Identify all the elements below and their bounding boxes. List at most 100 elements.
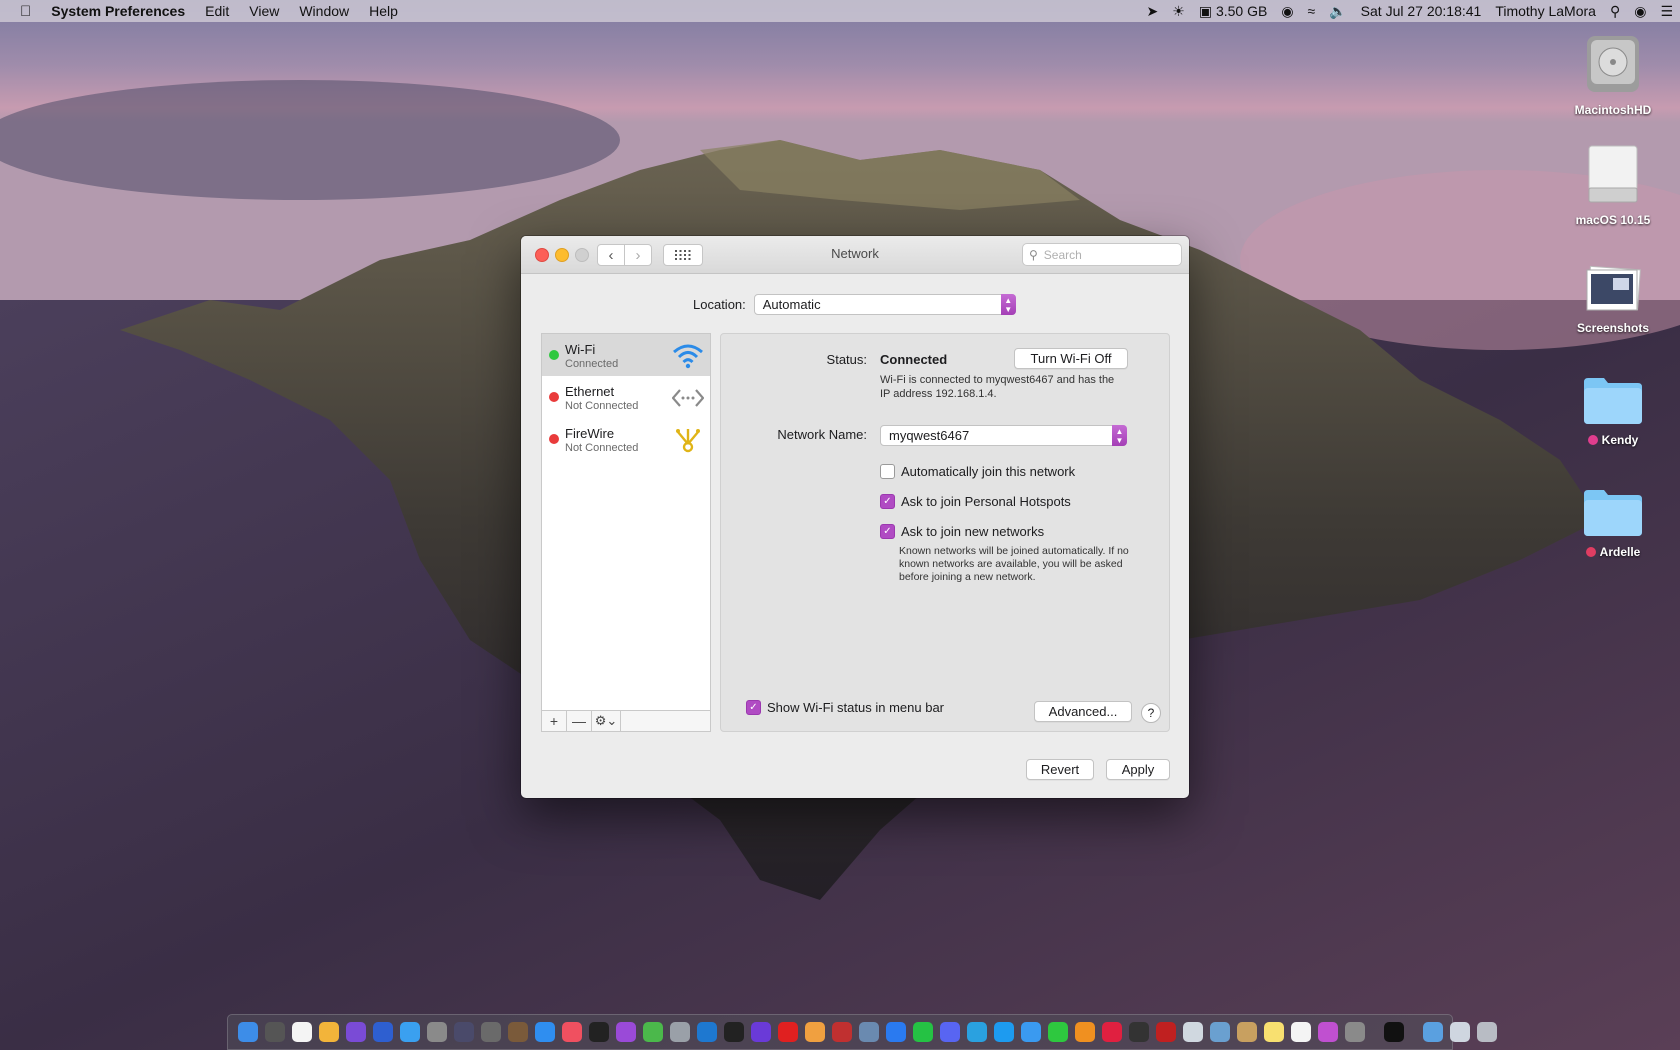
- desktop-icon-screenshots[interactable]: Screenshots: [1558, 264, 1668, 335]
- service-firewire[interactable]: FireWire Not Connected: [542, 418, 710, 460]
- notification-center-icon[interactable]: ☰: [1653, 3, 1680, 20]
- app-icon[interactable]: [453, 1022, 474, 1042]
- title-bar[interactable]: ‹ › Network ⚲: [521, 236, 1189, 274]
- podcasts-icon[interactable]: [615, 1022, 636, 1042]
- menu-help[interactable]: Help: [359, 3, 408, 19]
- status-dot-disconnected: [549, 434, 559, 444]
- app-icon[interactable]: [345, 1022, 366, 1042]
- spotlight-icon[interactable]: ⚲: [1603, 3, 1627, 20]
- help-button[interactable]: ?: [1141, 703, 1161, 723]
- user-menu[interactable]: Timothy LaMora: [1488, 3, 1603, 19]
- launchpad-icon[interactable]: [426, 1022, 447, 1042]
- menu-view[interactable]: View: [239, 3, 289, 19]
- auto-join-checkbox[interactable]: [880, 464, 895, 479]
- home-icon[interactable]: [1074, 1022, 1095, 1042]
- advanced-button[interactable]: Advanced...: [1034, 701, 1132, 722]
- brightness-icon[interactable]: ☀: [1165, 3, 1192, 20]
- status-dot-connected: [549, 350, 559, 360]
- remove-service-button[interactable]: —: [567, 711, 592, 731]
- apple-icon[interactable]: : [0, 3, 41, 20]
- app-icon[interactable]: [831, 1022, 852, 1042]
- app-icon[interactable]: [1182, 1022, 1203, 1042]
- youtube-icon[interactable]: [777, 1022, 798, 1042]
- app-icon[interactable]: [642, 1022, 663, 1042]
- auto-join-checkbox-row[interactable]: Automatically join this network: [880, 464, 1075, 479]
- revert-button[interactable]: Revert: [1026, 759, 1094, 780]
- app-icon[interactable]: [696, 1022, 717, 1042]
- apply-button[interactable]: Apply: [1106, 759, 1170, 780]
- wifi-menu-icon[interactable]: ≈: [1301, 3, 1323, 19]
- calendar-icon[interactable]: [291, 1022, 312, 1042]
- search-field[interactable]: ⚲: [1022, 243, 1182, 266]
- app-icon[interactable]: [1155, 1022, 1176, 1042]
- messenger-icon[interactable]: [885, 1022, 906, 1042]
- tv-icon[interactable]: [588, 1022, 609, 1042]
- volume-icon[interactable]: 🔈: [1322, 3, 1353, 20]
- whatsapp-icon[interactable]: [912, 1022, 933, 1042]
- facetime-icon[interactable]: [1047, 1022, 1068, 1042]
- app-icon[interactable]: [1317, 1022, 1338, 1042]
- app-icon[interactable]: [480, 1022, 501, 1042]
- location-arrow-icon[interactable]: ➤: [1140, 3, 1166, 20]
- service-wifi[interactable]: Wi-Fi Connected: [542, 334, 710, 376]
- tag-dot: [1587, 435, 1598, 445]
- app-icon[interactable]: [1236, 1022, 1257, 1042]
- service-ethernet[interactable]: Ethernet Not Connected: [542, 376, 710, 418]
- notes-icon[interactable]: [1263, 1022, 1284, 1042]
- add-service-button[interactable]: +: [542, 711, 567, 731]
- new-networks-checkbox-row[interactable]: ✓ Ask to join new networks: [880, 524, 1044, 539]
- desktop-icon-ardelle[interactable]: Ardelle: [1558, 486, 1668, 559]
- action-gear-button[interactable]: ⚙⌄: [592, 711, 621, 731]
- desktop-icon-label-text: Ardelle: [1599, 545, 1641, 559]
- desktop-icon-macintoshhd[interactable]: MacintoshHD: [1558, 32, 1668, 117]
- finder-icon[interactable]: [237, 1022, 258, 1042]
- location-popup[interactable]: Automatic ▲ ▼: [753, 294, 1016, 315]
- app-icon[interactable]: [1101, 1022, 1122, 1042]
- siri-icon[interactable]: ◉: [1627, 3, 1653, 20]
- app-icon[interactable]: [723, 1022, 744, 1042]
- downloads-stack-icon[interactable]: [1422, 1022, 1443, 1042]
- menu-window[interactable]: Window: [289, 3, 359, 19]
- network-preferences-window: ‹ › Network ⚲ Location: Automatic ▲▼: [521, 236, 1189, 798]
- clock[interactable]: Sat Jul 27 20:18:41: [1354, 3, 1489, 19]
- photos-icon[interactable]: [804, 1022, 825, 1042]
- terminal-icon[interactable]: [1383, 1022, 1404, 1042]
- app-icon[interactable]: [1128, 1022, 1149, 1042]
- trash-icon[interactable]: [1476, 1022, 1497, 1042]
- app-icon[interactable]: [750, 1022, 771, 1042]
- vpn-icon[interactable]: ◉: [1274, 3, 1300, 20]
- personal-hotspots-checkbox-row[interactable]: ✓ Ask to join Personal Hotspots: [880, 494, 1071, 509]
- app-icon[interactable]: [318, 1022, 339, 1042]
- app-icon[interactable]: [858, 1022, 879, 1042]
- discord-icon[interactable]: [939, 1022, 960, 1042]
- twitter-icon[interactable]: [993, 1022, 1014, 1042]
- network-name-popup[interactable]: myqwest6467 ▲ ▼: [880, 425, 1127, 446]
- app-icon[interactable]: [372, 1022, 393, 1042]
- telegram-icon[interactable]: [966, 1022, 987, 1042]
- app-store-icon[interactable]: [534, 1022, 555, 1042]
- desktop-icon-kendy[interactable]: Kendy: [1558, 374, 1668, 447]
- desktop-icon-macos[interactable]: macOS 10.15: [1558, 144, 1668, 227]
- turn-wifi-off-button[interactable]: Turn Wi-Fi Off: [1014, 348, 1128, 369]
- menu-app-name[interactable]: System Preferences: [41, 3, 195, 19]
- search-input[interactable]: [1041, 246, 1176, 263]
- music-icon[interactable]: [561, 1022, 582, 1042]
- reminders-icon[interactable]: [1290, 1022, 1311, 1042]
- menu-edit[interactable]: Edit: [195, 3, 239, 19]
- screenshots-stack-icon[interactable]: [1449, 1022, 1470, 1042]
- folder-icon: [1584, 378, 1642, 424]
- app-icon[interactable]: [264, 1022, 285, 1042]
- show-wifi-status-checkbox-row[interactable]: ✓ Show Wi-Fi status in menu bar: [746, 700, 944, 715]
- safari-icon[interactable]: [399, 1022, 420, 1042]
- app-icon[interactable]: [1209, 1022, 1230, 1042]
- location-value: Automatic: [762, 297, 821, 312]
- join-description: Known networks will be joined automatica…: [899, 545, 1129, 583]
- app-icon[interactable]: [669, 1022, 690, 1042]
- app-icon[interactable]: [1020, 1022, 1041, 1042]
- new-networks-checkbox[interactable]: ✓: [880, 524, 895, 539]
- system-preferences-icon[interactable]: [1344, 1022, 1365, 1042]
- app-icon[interactable]: [507, 1022, 528, 1042]
- personal-hotspots-checkbox[interactable]: ✓: [880, 494, 895, 509]
- show-wifi-status-checkbox[interactable]: ✓: [746, 700, 761, 715]
- memory-status[interactable]: ▣ 3.50 GB: [1192, 3, 1275, 20]
